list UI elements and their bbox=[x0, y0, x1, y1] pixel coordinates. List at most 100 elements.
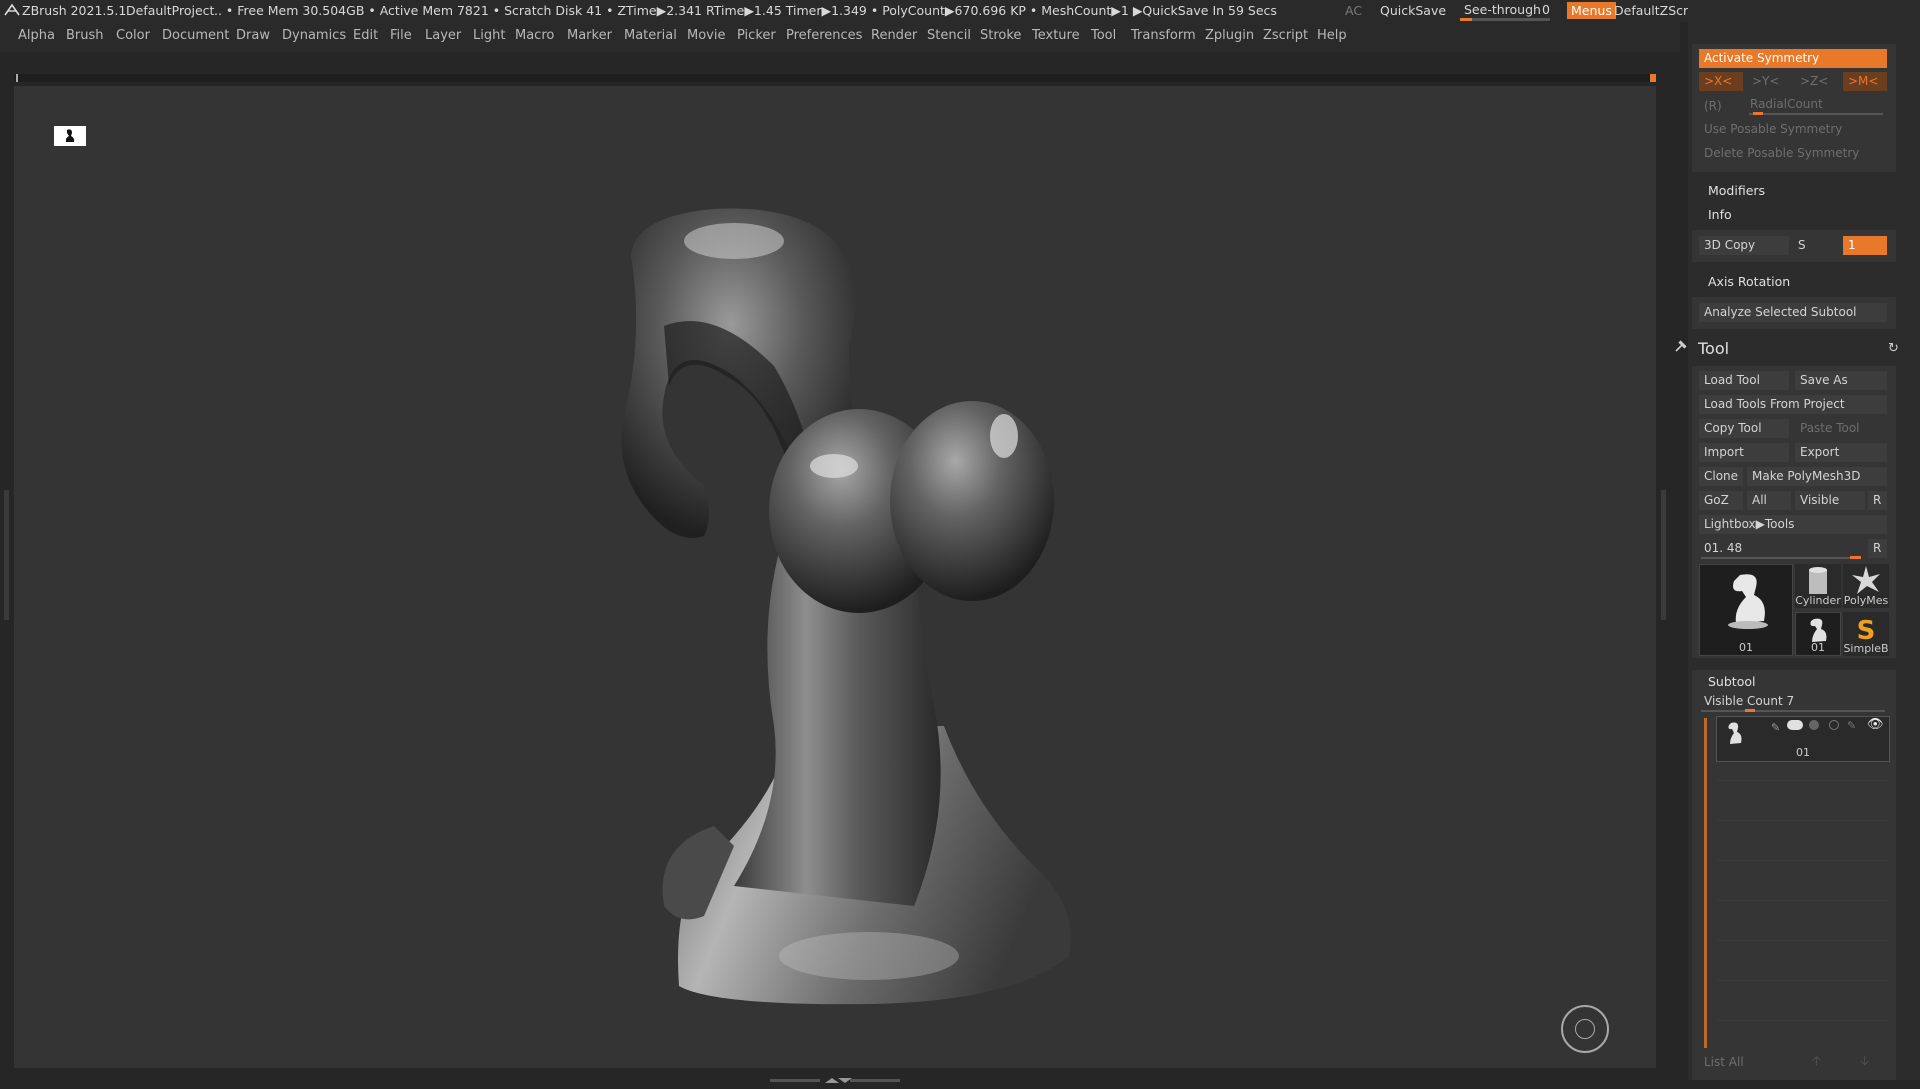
seethrough-fill bbox=[1460, 18, 1472, 21]
subtool-header[interactable]: Subtool bbox=[1708, 674, 1755, 689]
menu-picker[interactable]: Picker bbox=[737, 28, 776, 43]
menu-layer[interactable]: Layer bbox=[425, 28, 461, 43]
menu-zscript[interactable]: Zscript bbox=[1263, 28, 1308, 43]
quicksave-button[interactable]: QuickSave bbox=[1380, 3, 1446, 18]
menu-render[interactable]: Render bbox=[871, 28, 917, 43]
goz-visible-button[interactable]: Visible bbox=[1795, 491, 1865, 510]
analyze-selected-subtool-button[interactable]: Analyze Selected Subtool bbox=[1699, 303, 1887, 322]
goz-r-button[interactable]: R bbox=[1868, 491, 1887, 510]
symmetry-m-button[interactable]: >M< bbox=[1843, 72, 1887, 91]
seethrough-track[interactable] bbox=[1460, 18, 1550, 21]
symmetry-x-button[interactable]: >X< bbox=[1699, 72, 1743, 91]
strip-orange-handle[interactable] bbox=[1650, 74, 1656, 82]
bottom-tray-handle[interactable] bbox=[770, 1070, 900, 1083]
tool-thumb-simplebrush[interactable]: S SimpleB bbox=[1843, 612, 1889, 656]
list-all-button[interactable]: List All bbox=[1699, 1053, 1789, 1072]
menu-transform[interactable]: Transform bbox=[1131, 28, 1196, 43]
paste-tool-button[interactable]: Paste Tool bbox=[1795, 419, 1887, 438]
polymesh-star-icon bbox=[1852, 566, 1880, 594]
menu-stencil[interactable]: Stencil bbox=[927, 28, 971, 43]
info-header[interactable]: Info bbox=[1708, 207, 1732, 222]
symmetry-y-button[interactable]: >Y< bbox=[1747, 72, 1791, 91]
lightbox-tools-button[interactable]: Lightbox▶Tools bbox=[1699, 515, 1887, 534]
cylinder-icon bbox=[1809, 567, 1827, 594]
menu-edit[interactable]: Edit bbox=[353, 28, 378, 43]
axis-rotation-header[interactable]: Axis Rotation bbox=[1708, 274, 1790, 289]
current-tool-r-button[interactable]: R bbox=[1868, 539, 1887, 558]
current-tool-track bbox=[1701, 557, 1861, 559]
sculpt-model[interactable] bbox=[14, 86, 1656, 1068]
import-button[interactable]: Import bbox=[1699, 443, 1789, 462]
right-tray-handle[interactable] bbox=[1661, 490, 1666, 620]
copy-tool-button[interactable]: Copy Tool bbox=[1699, 419, 1789, 438]
symmetry-z-button[interactable]: >Z< bbox=[1795, 72, 1839, 91]
tool-thumb-polymesh-label: PolyMes bbox=[1843, 594, 1889, 607]
radialcount-slider[interactable]: RadialCount bbox=[1745, 95, 1887, 114]
menu-document[interactable]: Document bbox=[162, 28, 229, 43]
tool-thumb-small[interactable]: 01 bbox=[1795, 612, 1841, 656]
menu-file[interactable]: File bbox=[390, 28, 412, 43]
subtool-scrollbar[interactable] bbox=[1704, 718, 1707, 1048]
load-tools-from-project-button[interactable]: Load Tools From Project bbox=[1699, 395, 1887, 414]
list-row-divider bbox=[1716, 940, 1890, 941]
left-tray-handle[interactable] bbox=[4, 490, 9, 620]
menu-preferences[interactable]: Preferences bbox=[786, 28, 862, 43]
menus-toggle-button[interactable]: Menus bbox=[1567, 2, 1616, 19]
goz-button[interactable]: GoZ bbox=[1699, 491, 1743, 510]
tool-thumb-current-label: 01 bbox=[1739, 641, 1753, 654]
delete-posable-symmetry-button[interactable]: Delete Posable Symmetry bbox=[1699, 144, 1887, 163]
navigation-gizmo[interactable] bbox=[1561, 1005, 1609, 1053]
menu-macro[interactable]: Macro bbox=[515, 28, 554, 43]
clone-button[interactable]: Clone bbox=[1699, 467, 1743, 486]
radialcount-track bbox=[1749, 113, 1883, 115]
menu-brush[interactable]: Brush bbox=[66, 28, 104, 43]
viewport-top-strip[interactable] bbox=[14, 74, 1656, 82]
menu-tool[interactable]: Tool bbox=[1091, 28, 1116, 43]
current-tool-fill bbox=[1850, 556, 1861, 559]
tool-palette-title[interactable]: Tool bbox=[1698, 339, 1729, 358]
menu-light[interactable]: Light bbox=[473, 28, 505, 43]
menu-color[interactable]: Color bbox=[116, 28, 150, 43]
menu-help[interactable]: Help bbox=[1317, 28, 1347, 43]
simplebrush-icon: S bbox=[1857, 616, 1876, 646]
symmetry-radial-r[interactable]: (R) bbox=[1699, 97, 1729, 116]
make-polymesh3d-button[interactable]: Make PolyMesh3D bbox=[1747, 467, 1887, 486]
document-canvas[interactable] bbox=[14, 86, 1656, 1068]
menu-stroke[interactable]: Stroke bbox=[980, 28, 1021, 43]
save-as-button[interactable]: Save As bbox=[1795, 371, 1887, 390]
menu-draw[interactable]: Draw bbox=[236, 28, 270, 43]
modifiers-header[interactable]: Modifiers bbox=[1708, 183, 1765, 198]
ac-label[interactable]: AC bbox=[1345, 3, 1362, 18]
seethrough-slider[interactable]: See-through 0 bbox=[1460, 1, 1552, 21]
project-name[interactable]: DefaultProject bbox=[126, 3, 214, 18]
menu-material[interactable]: Material bbox=[624, 28, 677, 43]
move-up-arrow-icon[interactable]: 🡡 bbox=[1812, 1052, 1821, 1074]
menu-texture[interactable]: Texture bbox=[1032, 28, 1080, 43]
goz-all-button[interactable]: All bbox=[1747, 491, 1791, 510]
tool-thumb-current[interactable]: 01 bbox=[1699, 564, 1793, 656]
export-button[interactable]: Export bbox=[1795, 443, 1887, 462]
tool-thumb-small-label: 01 bbox=[1811, 641, 1825, 654]
gizmo-inner-ring bbox=[1575, 1019, 1595, 1039]
current-tool-slider[interactable]: 01. 48 bbox=[1699, 539, 1865, 558]
3d-copy-field[interactable]: 1 bbox=[1843, 236, 1887, 255]
menu-marker[interactable]: Marker bbox=[567, 28, 612, 43]
tool-pin-icon[interactable] bbox=[1674, 338, 1688, 357]
menu-movie[interactable]: Movie bbox=[687, 28, 725, 43]
use-posable-symmetry-button[interactable]: Use Posable Symmetry bbox=[1699, 120, 1887, 139]
activate-symmetry-button[interactable]: Activate Symmetry bbox=[1699, 49, 1887, 68]
load-tool-button[interactable]: Load Tool bbox=[1699, 371, 1789, 390]
menu-zplugin[interactable]: Zplugin bbox=[1205, 28, 1254, 43]
refresh-icon[interactable]: ↻ bbox=[1888, 341, 1899, 356]
strip-marker bbox=[16, 74, 18, 82]
move-down-arrow-icon[interactable]: 🡣 bbox=[1860, 1052, 1869, 1074]
visible-count-slider[interactable]: Visible Count 7 bbox=[1699, 692, 1887, 711]
tool-thumb-polymesh[interactable]: PolyMes bbox=[1843, 564, 1889, 608]
menu-alpha[interactable]: Alpha bbox=[18, 28, 55, 43]
3d-copy-button[interactable]: 3D Copy bbox=[1699, 236, 1789, 255]
tool-thumb-cylinder[interactable]: Cylinder bbox=[1795, 564, 1841, 608]
visible-count-fill bbox=[1745, 709, 1755, 712]
seethrough-label: See-through bbox=[1464, 2, 1541, 17]
3d-copy-s-button[interactable]: S bbox=[1793, 236, 1837, 255]
menu-dynamics[interactable]: Dynamics bbox=[282, 28, 346, 43]
